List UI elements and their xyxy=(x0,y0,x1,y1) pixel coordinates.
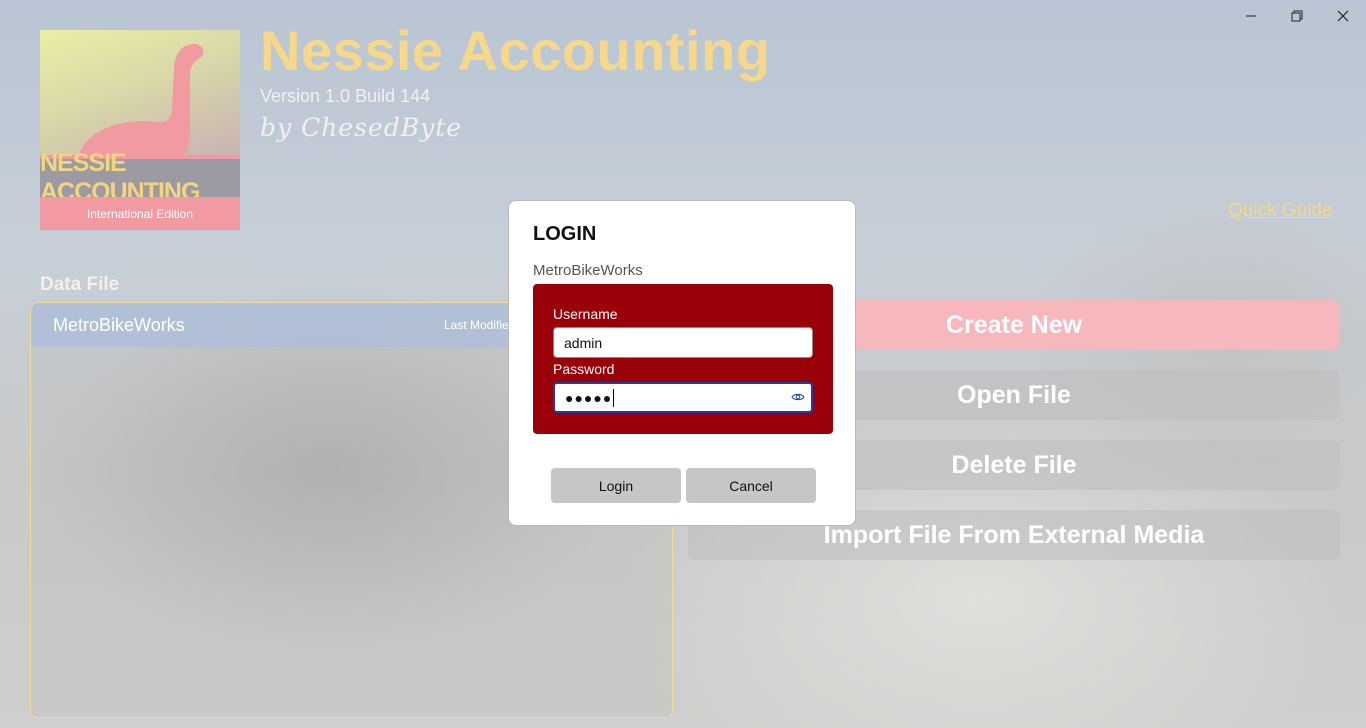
reveal-password-button[interactable] xyxy=(791,390,805,407)
app-author: by ChesedByte xyxy=(260,113,463,142)
dialog-file-name: MetroBikeWorks xyxy=(533,262,643,279)
app-logo: NESSIE ACCOUNTING International Edition xyxy=(40,30,240,230)
login-button[interactable]: Login xyxy=(551,468,681,503)
username-input[interactable]: admin xyxy=(553,327,813,358)
eye-icon xyxy=(791,393,805,401)
restore-button[interactable] xyxy=(1274,0,1320,32)
cancel-button[interactable]: Cancel xyxy=(686,468,816,503)
minimize-button[interactable] xyxy=(1228,0,1274,32)
restore-icon xyxy=(1291,10,1303,22)
file-modified: Last Modified xyxy=(444,318,516,332)
data-file-label: Data File xyxy=(40,274,120,295)
credentials-panel: Username admin Password ●●●●● xyxy=(533,284,833,434)
close-icon xyxy=(1337,10,1349,22)
login-dialog: LOGIN MetroBikeWorks Username admin Pass… xyxy=(508,200,856,526)
logo-banner: NESSIE ACCOUNTING xyxy=(40,149,240,206)
password-input[interactable]: ●●●●● xyxy=(553,382,813,413)
password-label: Password xyxy=(553,361,615,377)
password-value: ●●●●● xyxy=(565,389,613,406)
close-button[interactable] xyxy=(1320,0,1366,32)
file-name: MetroBikeWorks xyxy=(53,314,185,335)
text-caret xyxy=(613,388,615,407)
window-controls xyxy=(1228,0,1366,32)
username-value: admin xyxy=(564,334,603,351)
app-version: Version 1.0 Build 144 xyxy=(260,86,431,106)
logo-edition: International Edition xyxy=(40,197,240,230)
username-label: Username xyxy=(553,306,618,322)
quick-guide-link[interactable]: Quick Guide xyxy=(1228,200,1333,222)
minimize-icon xyxy=(1246,15,1256,17)
app-title: Nessie Accounting xyxy=(260,19,771,82)
dialog-title: LOGIN xyxy=(533,223,597,245)
